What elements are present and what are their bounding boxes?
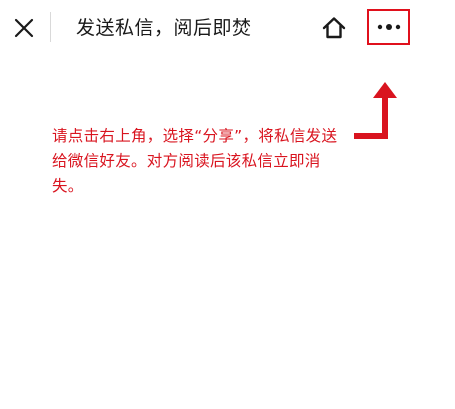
page-title: 发送私信，阅后即焚 <box>76 17 252 39</box>
share-hint-text: 请点击右上角，选择“分享”，将私信发送给微信好友。对方阅读后该私信立即消失。 <box>52 127 338 195</box>
title-bar: 发送私信，阅后即焚 <box>0 0 455 56</box>
home-icon <box>322 17 346 39</box>
close-button[interactable] <box>8 12 40 44</box>
more-menu-button[interactable] <box>367 9 410 45</box>
close-icon <box>14 18 34 38</box>
home-button[interactable] <box>318 12 350 44</box>
title-divider <box>50 12 51 42</box>
more-dots-icon <box>377 24 400 30</box>
